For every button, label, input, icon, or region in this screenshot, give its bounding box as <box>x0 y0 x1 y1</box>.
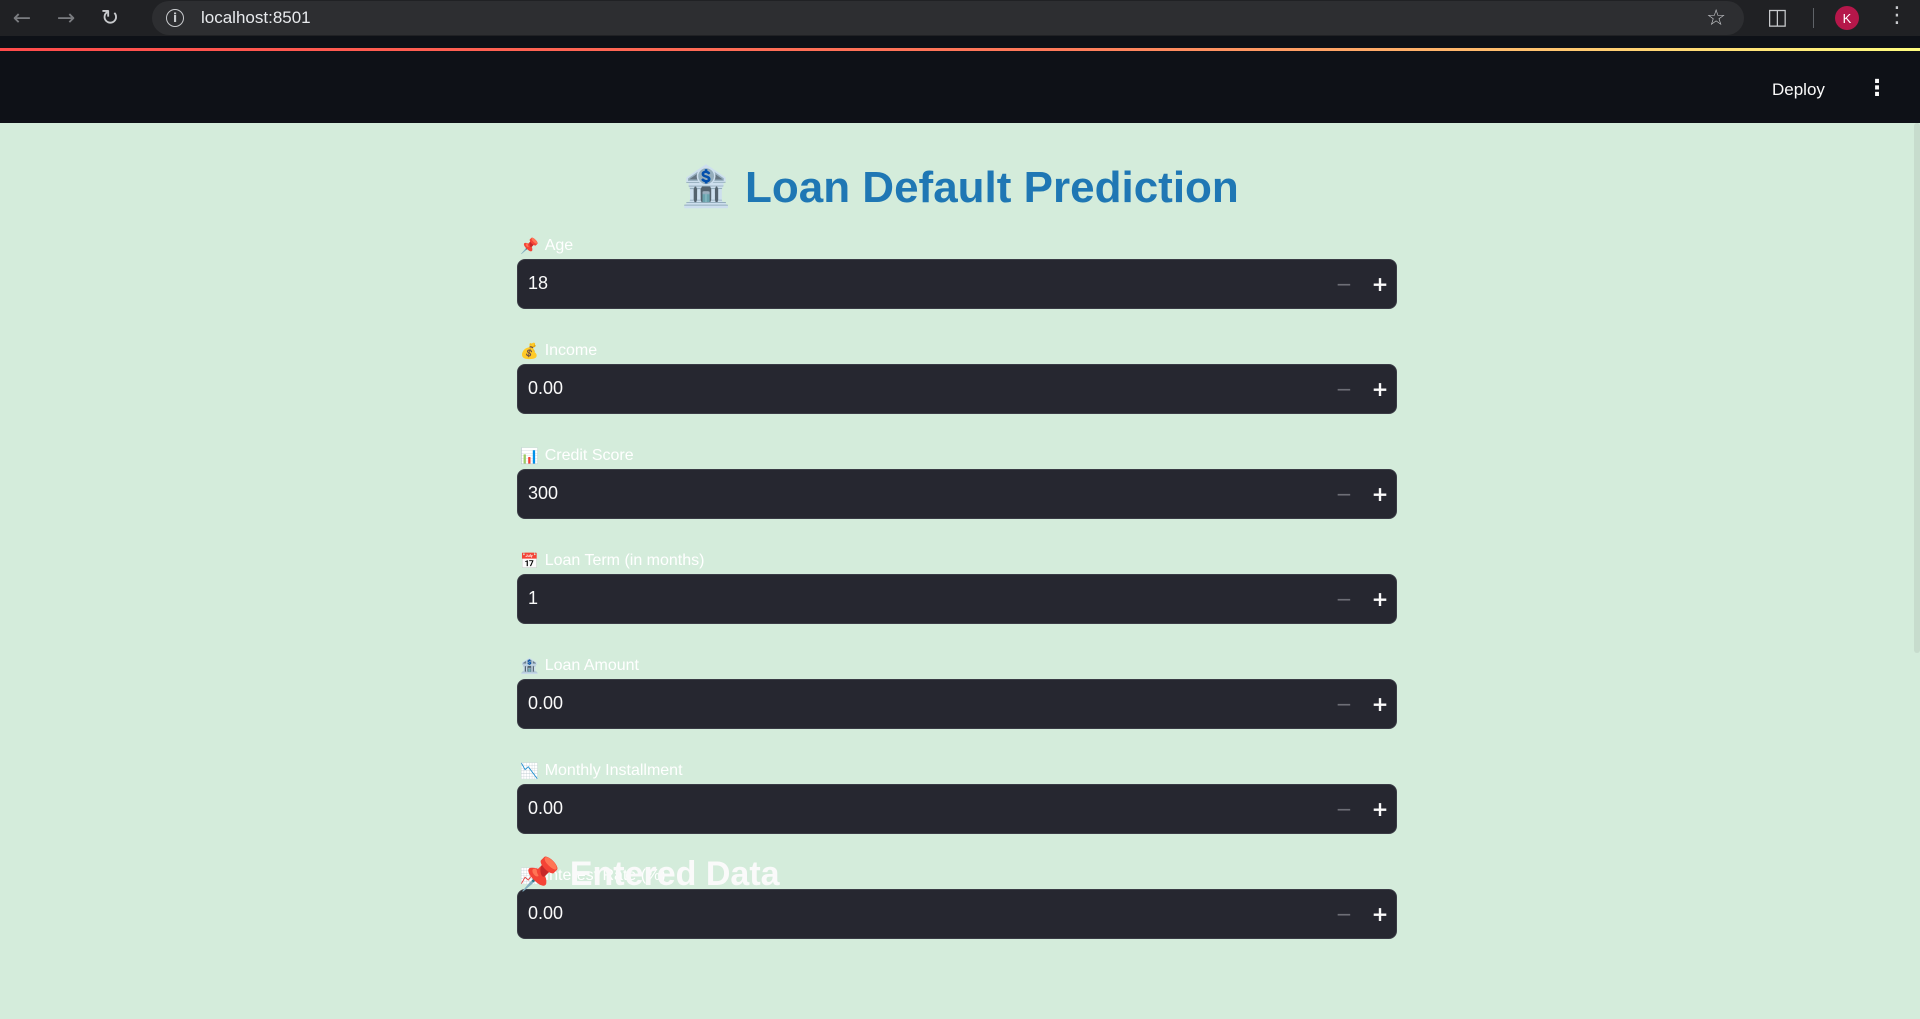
monthly-installment-label: Monthly Installment <box>544 762 683 779</box>
chart-decreasing-icon: 📉 <box>520 763 539 780</box>
loan-amount-input[interactable]: 0.00 − + <box>517 679 1397 729</box>
credit-score-decrement-button[interactable]: − <box>1326 470 1362 518</box>
field-label: 📅 Loan Term (in months) <box>520 552 704 570</box>
main-content: 🏦 Loan Default Prediction 📌 Age 18 − + 💰 … <box>0 123 1920 1019</box>
interest-rate-value[interactable]: 0.00 <box>528 903 563 924</box>
site-info-icon[interactable]: i <box>166 9 184 27</box>
bank-icon: 🏦 <box>520 658 539 675</box>
loan-term-decrement-button[interactable]: − <box>1326 575 1362 623</box>
loan-amount-label: Loan Amount <box>544 657 639 674</box>
address-bar[interactable]: i localhost:8501 ☆ <box>152 1 1744 35</box>
deploy-button[interactable]: Deploy <box>1772 80 1825 100</box>
app-header: Deploy ⋮ <box>0 36 1920 123</box>
interest-rate-increment-button[interactable]: + <box>1362 890 1398 938</box>
field-label: 📉 Monthly Installment <box>520 762 683 780</box>
interest-rate-input[interactable]: 0.00 − + <box>517 889 1397 939</box>
age-input[interactable]: 18 − + <box>517 259 1397 309</box>
browser-toolbar: ← → ↻ i localhost:8501 ☆ ◫ K ⋮ <box>0 0 1920 36</box>
income-label: Income <box>544 342 598 359</box>
page-title-text: Loan Default Prediction <box>744 163 1239 212</box>
monthly-installment-decrement-button[interactable]: − <box>1326 785 1362 833</box>
toolbar-divider <box>1813 8 1814 28</box>
url-text[interactable]: localhost:8501 <box>201 8 311 28</box>
credit-score-input[interactable]: 300 − + <box>517 469 1397 519</box>
reload-icon[interactable]: ↻ <box>88 0 132 36</box>
bank-icon: 🏦 <box>681 165 731 209</box>
entered-data-heading-text: Entered Data <box>569 855 780 893</box>
kebab-menu-icon[interactable]: ⋮ <box>1866 76 1888 101</box>
age-label: Age <box>544 237 574 254</box>
scrollbar[interactable] <box>1914 123 1920 1019</box>
field-label: 📌 Age <box>520 237 573 255</box>
age-value[interactable]: 18 <box>528 273 548 294</box>
field-label: 🏦 Loan Amount <box>520 657 639 675</box>
credit-score-increment-button[interactable]: + <box>1362 470 1398 518</box>
age-decrement-button[interactable]: − <box>1326 260 1362 308</box>
bookmark-star-icon[interactable]: ☆ <box>1706 6 1726 31</box>
monthly-installment-increment-button[interactable]: + <box>1362 785 1398 833</box>
scrollbar-thumb[interactable] <box>1914 123 1920 653</box>
calendar-icon: 📅 <box>520 553 539 570</box>
money-bag-icon: 💰 <box>520 343 539 360</box>
profile-avatar[interactable]: K <box>1835 6 1859 30</box>
loan-amount-increment-button[interactable]: + <box>1362 680 1398 728</box>
income-decrement-button[interactable]: − <box>1326 365 1362 413</box>
loan-term-increment-button[interactable]: + <box>1362 575 1398 623</box>
income-value[interactable]: 0.00 <box>528 378 563 399</box>
loan-amount-decrement-button[interactable]: − <box>1326 680 1362 728</box>
credit-score-label: Credit Score <box>544 447 634 464</box>
loan-term-label: Loan Term (in months) <box>544 552 705 569</box>
forward-icon[interactable]: → <box>44 0 88 36</box>
entered-data-heading: 📌 Entered Data <box>520 855 780 894</box>
income-input[interactable]: 0.00 − + <box>517 364 1397 414</box>
back-icon[interactable]: ← <box>0 0 44 36</box>
loan-amount-value[interactable]: 0.00 <box>528 693 563 714</box>
loan-term-value[interactable]: 1 <box>528 588 538 609</box>
age-increment-button[interactable]: + <box>1362 260 1398 308</box>
browser-menu-icon[interactable]: ⋮ <box>1886 3 1908 28</box>
loan-term-input[interactable]: 1 − + <box>517 574 1397 624</box>
header-decoration-bar <box>0 48 1920 51</box>
field-label: 📊 Credit Score <box>520 447 634 465</box>
credit-score-value[interactable]: 300 <box>528 483 558 504</box>
field-label: 💰 Income <box>520 342 597 360</box>
page-title: 🏦 Loan Default Prediction <box>0 163 1920 213</box>
monthly-installment-input[interactable]: 0.00 − + <box>517 784 1397 834</box>
monthly-installment-value[interactable]: 0.00 <box>528 798 563 819</box>
income-increment-button[interactable]: + <box>1362 365 1398 413</box>
bar-chart-icon: 📊 <box>520 448 539 465</box>
pushpin-icon: 📌 <box>520 238 539 255</box>
extensions-icon[interactable]: ◫ <box>1767 5 1788 30</box>
pushpin-icon: 📌 <box>520 856 560 892</box>
interest-rate-decrement-button[interactable]: − <box>1326 890 1362 938</box>
